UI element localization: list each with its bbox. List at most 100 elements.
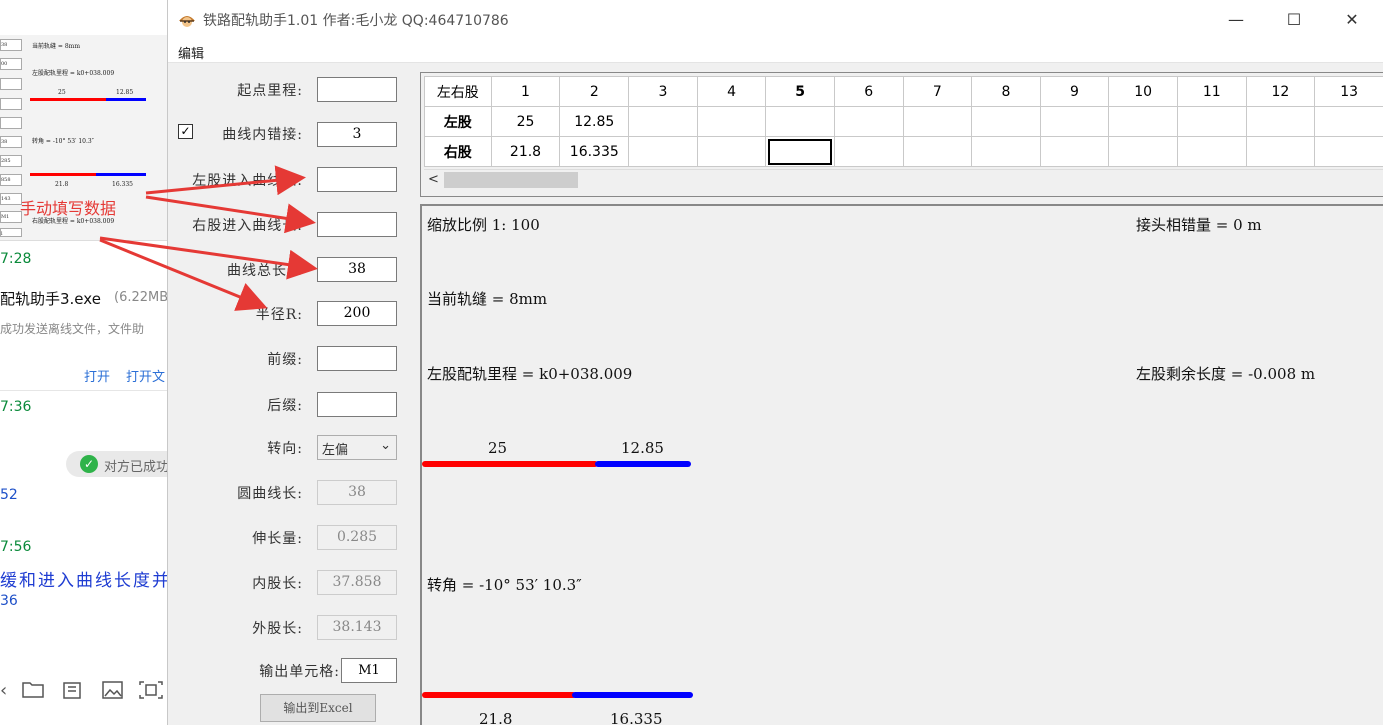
scissors-icon[interactable]: ‹ (0, 680, 7, 701)
table-cell[interactable] (1315, 107, 1383, 137)
right-enter-curve-input[interactable] (317, 212, 397, 237)
right-enter-curve-label: 右股进入曲线长: (192, 215, 303, 235)
output-cell-label: 输出单元格: (259, 661, 340, 681)
total-length-input[interactable]: 38 (317, 257, 397, 282)
table-cell[interactable] (834, 137, 903, 167)
scroll-left-arrow-icon[interactable]: < (428, 172, 439, 187)
thumb-field: l (0, 228, 22, 237)
table-corner-header: 左右股 (425, 77, 492, 107)
elongation-output: 0.285 (317, 525, 397, 550)
chat-timestamp: 7:56 (0, 539, 31, 555)
table-cell[interactable] (903, 107, 972, 137)
left-rail-red-segment (422, 461, 598, 467)
start-mileage-input[interactable] (317, 77, 397, 102)
table-cell[interactable] (1109, 137, 1178, 167)
suffix-input[interactable] (317, 392, 397, 417)
minimize-button[interactable]: — (1207, 0, 1265, 40)
table-cell[interactable]: 21.8 (491, 137, 560, 167)
column-header: 13 (1315, 77, 1383, 107)
thumb-field (0, 117, 22, 129)
direction-select[interactable]: 左偏 ⌄ (317, 435, 397, 460)
left-enter-curve-input[interactable] (317, 167, 397, 192)
table-cell[interactable] (1177, 137, 1246, 167)
column-header: 8 (972, 77, 1041, 107)
table-cell[interactable]: 12.85 (560, 107, 629, 137)
table-cell[interactable] (1246, 137, 1315, 167)
right-rail-segment-label: 21.8 (479, 710, 512, 728)
table-cell[interactable] (834, 107, 903, 137)
scale-text: 缩放比例 1: 100 (427, 214, 540, 235)
maximize-button[interactable]: ☐ (1265, 0, 1323, 40)
divider (0, 390, 168, 391)
export-to-excel-button[interactable]: 输出到Excel (260, 694, 376, 722)
image-icon[interactable] (102, 680, 124, 705)
thumb-top-rail-value: 25 (58, 89, 66, 96)
joint-offset-text: 接头相错量 = 0 m (1136, 214, 1262, 235)
rail-drawing-canvas: 缩放比例 1: 100 接头相错量 = 0 m 当前轨缝 = 8mm 左股配轨里… (420, 204, 1383, 725)
left-rail-blue-segment (595, 461, 691, 467)
output-cell-input[interactable]: M1 (341, 658, 397, 683)
scrollbar-thumb[interactable] (444, 172, 578, 188)
inner-joint-input[interactable]: 3 (317, 122, 397, 147)
screenshot-icon[interactable] (138, 680, 164, 705)
outer-length-output: 38.143 (317, 615, 397, 640)
file-name[interactable]: 配轨助手3.exe (0, 288, 101, 309)
table-cell[interactable] (1315, 137, 1383, 167)
thumb-field: M1 (0, 211, 22, 223)
left-remaining-text: 左股剩余长度 = -0.008 m (1136, 363, 1315, 384)
table-cell[interactable] (1040, 137, 1109, 167)
thumb-field: 38 (0, 39, 22, 51)
table-cell[interactable]: 16.335 (560, 137, 629, 167)
total-length-label: 曲线总长L: (227, 260, 303, 280)
chat-number: 52 (0, 487, 18, 503)
sent-status-text: 对方已成功 (104, 456, 168, 475)
right-rail-segment-label: 16.335 (610, 710, 663, 728)
column-header: 3 (629, 77, 698, 107)
table-cell[interactable] (629, 107, 698, 137)
table-cell[interactable] (629, 137, 698, 167)
outer-length-label: 外股长: (252, 618, 303, 638)
horizontal-scrollbar[interactable]: < (424, 169, 1383, 190)
file-size: (6.22MB (114, 290, 168, 305)
circle-length-label: 圆曲线长: (237, 483, 303, 503)
radius-input[interactable]: 200 (317, 301, 397, 326)
open-folder-link[interactable]: 打开文 (126, 366, 165, 385)
table-cell[interactable] (1246, 107, 1315, 137)
menu-item-edit[interactable]: 编辑 (178, 43, 204, 62)
current-gap-text: 当前轨缝 = 8mm (427, 288, 547, 309)
folder-icon[interactable] (22, 680, 44, 703)
close-button[interactable]: ✕ (1323, 0, 1381, 40)
thumb-current-gap: 当前轨缝 = 8mm (32, 41, 80, 50)
table-cell[interactable] (903, 137, 972, 167)
column-header: 5 (766, 77, 835, 107)
thumb-field: 858 (0, 174, 22, 186)
table-cell[interactable] (1109, 107, 1178, 137)
left-rail-segment-label: 25 (488, 439, 507, 457)
angle-text: 转角 = -10° 53′ 10.3″ (427, 574, 582, 595)
table-cell[interactable] (972, 137, 1041, 167)
check-circle-icon: ✓ (80, 455, 98, 473)
column-header: 4 (697, 77, 766, 107)
column-header: 10 (1109, 77, 1178, 107)
prefix-input[interactable] (317, 346, 397, 371)
table-cell[interactable] (972, 107, 1041, 137)
app-logo-icon (177, 9, 197, 29)
table-cell[interactable] (697, 137, 766, 167)
table-cell[interactable] (1177, 107, 1246, 137)
right-rail-blue-segment (572, 692, 693, 698)
file-transfer-icon[interactable] (62, 680, 84, 705)
rail-table: 左右股 1 2 3 4 5 6 7 8 9 10 11 12 13 左股 25 … (420, 72, 1383, 197)
selected-table-cell[interactable] (766, 137, 835, 167)
open-file-link[interactable]: 打开 (84, 366, 110, 385)
title-bar[interactable]: 铁路配轨助手1.01 作者:毛小龙 QQ:464710786 — ☐ ✕ (168, 0, 1383, 40)
left-mileage-text: 左股配轨里程 = k0+038.009 (427, 363, 632, 384)
chat-timestamp: 7:36 (0, 399, 31, 415)
row-header-left: 左股 (425, 107, 492, 137)
table-cell[interactable] (1040, 107, 1109, 137)
table-cell[interactable] (766, 107, 835, 137)
thumb-blue-rail (96, 173, 146, 176)
inner-joint-checkbox[interactable]: ✓ (178, 124, 193, 139)
table-cell[interactable] (697, 107, 766, 137)
thumb-field (0, 78, 22, 90)
table-cell[interactable]: 25 (491, 107, 560, 137)
